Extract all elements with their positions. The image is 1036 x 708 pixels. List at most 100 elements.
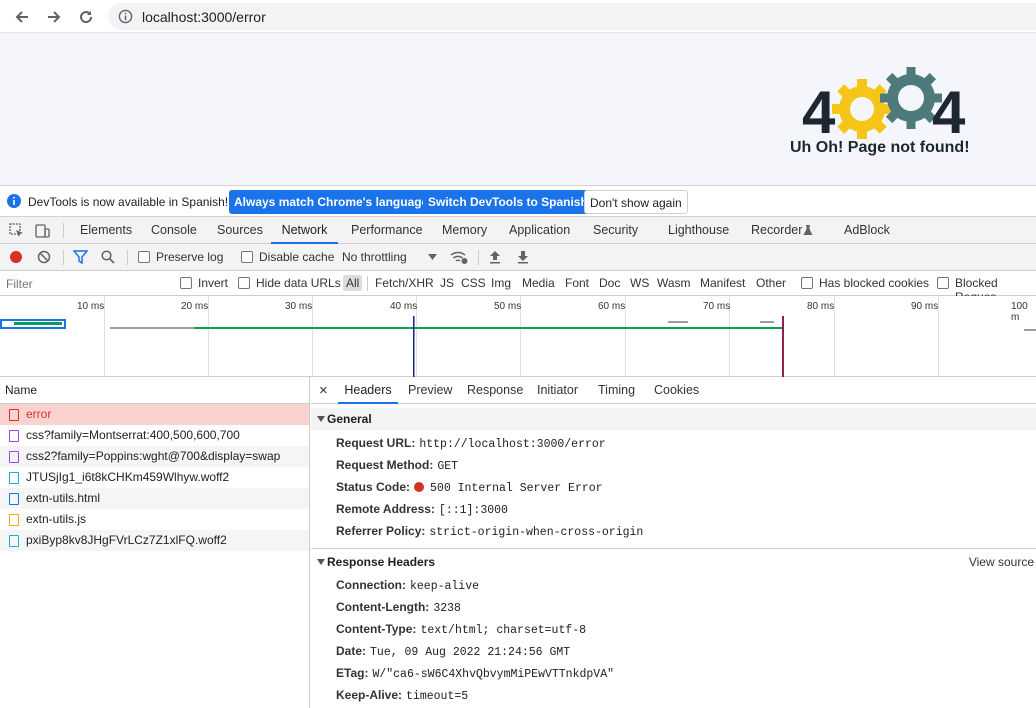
hide-data-urls-checkbox[interactable] <box>238 277 250 289</box>
tab-sources[interactable]: Sources <box>217 217 263 244</box>
request-name: css2?family=Poppins:wght@700&display=swa… <box>26 449 281 463</box>
export-har-icon[interactable] <box>517 250 529 264</box>
forward-button[interactable] <box>43 6 65 28</box>
tab-security[interactable]: Security <box>593 217 638 244</box>
request-details: × Headers Preview Response Initiator Tim… <box>311 377 1036 708</box>
search-icon[interactable] <box>101 250 115 264</box>
stylesheet-icon <box>9 451 19 463</box>
type-filter-css[interactable]: CSS <box>461 276 486 290</box>
tab-cookies[interactable]: Cookies <box>654 377 699 404</box>
tab-application[interactable]: Application <box>509 217 570 244</box>
tab-initiator[interactable]: Initiator <box>537 377 578 404</box>
filter-icon[interactable] <box>73 250 88 264</box>
disable-cache-label: Disable cache <box>259 250 335 264</box>
type-filter-wasm[interactable]: Wasm <box>657 276 691 290</box>
import-har-icon[interactable] <box>489 250 501 264</box>
inspect-element-icon[interactable] <box>9 223 24 238</box>
general-section-header[interactable]: General <box>311 408 1036 430</box>
tab-recorder[interactable]: Recorder <box>751 217 802 244</box>
dom-content-loaded-line <box>413 316 415 377</box>
clear-icon[interactable] <box>37 250 51 264</box>
network-overview[interactable]: 10 ms 20 ms 30 ms 40 ms 50 ms 60 ms 70 m… <box>0 296 1036 377</box>
stylesheet-icon <box>9 430 19 442</box>
chevron-down-icon[interactable] <box>428 254 437 260</box>
address-bar[interactable]: localhost:3000/error <box>108 3 1036 30</box>
info-icon <box>7 194 21 208</box>
type-filter-media[interactable]: Media <box>522 276 555 290</box>
response-header-row: Keep-Alive: timeout=5 <box>336 688 468 706</box>
error-status-icon <box>414 482 425 492</box>
reload-button[interactable] <box>75 6 97 28</box>
type-filter-img[interactable]: Img <box>491 276 511 290</box>
record-icon[interactable] <box>9 250 23 264</box>
request-row-error[interactable]: error <box>0 404 309 425</box>
type-filter-ws[interactable]: WS <box>630 276 649 290</box>
filter-input[interactable] <box>2 274 166 293</box>
type-filter-doc[interactable]: Doc <box>599 276 620 290</box>
request-row[interactable]: extn-utils.html <box>0 488 309 509</box>
font-file-icon <box>9 472 19 484</box>
header-key: Keep-Alive: <box>336 688 403 702</box>
site-info-icon[interactable] <box>118 9 133 24</box>
network-conditions-icon[interactable] <box>450 249 468 265</box>
dont-show-again-button[interactable]: Don't show again <box>584 190 688 214</box>
has-blocked-cookies-checkbox[interactable] <box>801 277 813 289</box>
tab-memory[interactable]: Memory <box>442 217 487 244</box>
type-filter-all[interactable]: All <box>343 275 363 291</box>
timeline-bars <box>0 316 1036 377</box>
toolbar-separator <box>63 250 64 265</box>
tab-network[interactable]: Network <box>271 217 338 244</box>
throttling-select[interactable]: No throttling <box>342 250 407 264</box>
request-row[interactable]: JTUSjIg1_i6t8kCHKm459Wlhyw.woff2 <box>0 467 309 488</box>
tab-response[interactable]: Response <box>467 377 523 404</box>
request-row[interactable]: extn-utils.js <box>0 509 309 530</box>
invert-checkbox[interactable] <box>180 277 192 289</box>
close-details-button[interactable]: × <box>319 377 328 404</box>
header-value: W/"ca6-sW6C4XhvQbvymMiPEwVTTnkdpVA" <box>372 668 614 681</box>
tab-console[interactable]: Console <box>151 217 197 244</box>
device-toolbar-icon[interactable] <box>35 223 50 238</box>
type-filter-font[interactable]: Font <box>565 276 589 290</box>
back-button[interactable] <box>11 6 33 28</box>
header-value: GET <box>437 460 459 473</box>
tab-elements[interactable]: Elements <box>80 217 132 244</box>
always-match-language-button[interactable]: Always match Chrome's language <box>229 190 434 214</box>
tab-timing[interactable]: Timing <box>598 377 635 404</box>
type-filter-other[interactable]: Other <box>756 276 786 290</box>
header-key: Status Code: <box>336 480 411 494</box>
type-filter-manifest[interactable]: Manifest <box>700 276 745 290</box>
request-row[interactable]: css?family=Montserrat:400,500,600,700 <box>0 425 309 446</box>
header-value: strict-origin-when-cross-origin <box>429 526 644 539</box>
type-filter-fetch-xhr[interactable]: Fetch/XHR <box>375 276 434 290</box>
tab-lighthouse[interactable]: Lighthouse <box>668 217 729 244</box>
type-filter-js[interactable]: JS <box>440 276 454 290</box>
tab-headers[interactable]: Headers <box>338 377 398 404</box>
header-key: Content-Length: <box>336 600 430 614</box>
preserve-log-checkbox[interactable] <box>138 251 150 263</box>
document-icon <box>9 493 19 505</box>
request-name: extn-utils.html <box>26 491 101 505</box>
header-key: Remote Address: <box>336 502 435 516</box>
script-icon <box>9 514 19 526</box>
caret-down-icon <box>317 559 325 565</box>
switch-to-spanish-button[interactable]: Switch DevTools to Spanish <box>423 190 593 214</box>
url-text: localhost:3000/error <box>142 9 266 25</box>
view-source-link[interactable]: View source <box>969 549 1036 575</box>
request-row[interactable]: css2?family=Poppins:wght@700&display=swa… <box>0 446 309 467</box>
infobar-text: DevTools is now available in Spanish! <box>28 195 229 209</box>
request-row[interactable]: pxiByp8kv8JHgFVrLCz7Z1xlFQ.woff2 <box>0 530 309 551</box>
has-blocked-cookies-label: Has blocked cookies <box>819 276 930 290</box>
header-value: [::1]:3000 <box>438 504 508 517</box>
response-headers-section-header[interactable]: Response Headers View source <box>311 548 1036 572</box>
back-arrow-icon <box>15 11 28 23</box>
tab-preview[interactable]: Preview <box>408 377 452 404</box>
header-key: Content-Type: <box>336 622 417 636</box>
request-name: css?family=Montserrat:400,500,600,700 <box>26 428 240 442</box>
tab-performance[interactable]: Performance <box>351 217 423 244</box>
tab-adblock[interactable]: AdBlock <box>844 217 890 244</box>
blocked-requests-checkbox[interactable] <box>937 277 949 289</box>
name-column-header[interactable]: Name <box>0 377 309 404</box>
font-file-icon <box>9 535 19 547</box>
tab-separator <box>63 223 64 238</box>
disable-cache-checkbox[interactable] <box>241 251 253 263</box>
